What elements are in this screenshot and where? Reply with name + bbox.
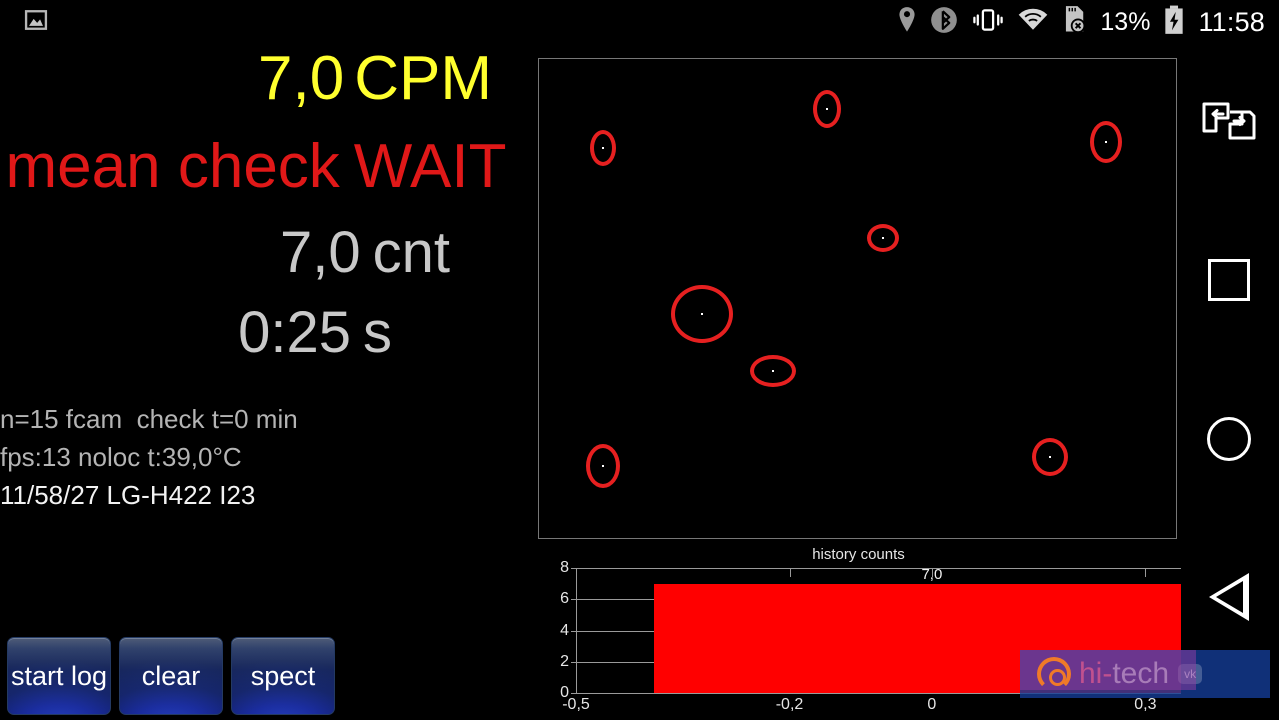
phone-screen: 13% 11:58 7,0 CPM mean check WAIT 7,0 cnt 0… <box>0 0 1279 720</box>
image-icon <box>22 6 50 39</box>
status-icons: 13% 11:58 <box>897 5 1265 40</box>
clear-button-label: clear <box>141 660 201 691</box>
chart-y-tick <box>571 661 576 663</box>
clock-label: 11:58 <box>1198 6 1265 37</box>
chart-gridline <box>576 568 1181 569</box>
chart-x-tick <box>789 568 791 577</box>
vibrate-icon <box>971 6 1005 39</box>
detection-center-dot <box>602 147 604 149</box>
detection-ellipse <box>1090 121 1122 163</box>
recents-icon[interactable] <box>1179 245 1279 315</box>
cpm-unit: CPM <box>354 44 492 113</box>
spect-button[interactable]: spect <box>231 637 335 715</box>
cpm-readout: 7,0 CPM <box>0 48 520 110</box>
elapsed-time-value: 0:25 <box>238 300 351 365</box>
detection-center-dot <box>1105 141 1107 143</box>
spect-button-label: spect <box>250 660 316 691</box>
battery-charging-icon <box>1163 5 1185 40</box>
chart-y-tick <box>571 568 576 569</box>
clear-button[interactable]: clear <box>119 637 223 715</box>
cpm-value: 7,0 <box>258 44 345 113</box>
detection-ellipse <box>867 224 899 252</box>
check-status-text: mean check <box>5 132 340 201</box>
navigation-bar <box>1179 0 1279 720</box>
status-bar: 13% 11:58 <box>0 0 1279 44</box>
detection-ellipse <box>671 285 733 343</box>
back-icon[interactable] <box>1179 562 1279 632</box>
detection-ellipse <box>590 130 616 166</box>
chart-y-tick <box>571 630 576 632</box>
elapsed-time-unit: s <box>363 300 392 365</box>
split-screen-icon[interactable] <box>1179 86 1279 156</box>
chart-x-tick-label: 0,3 <box>1134 696 1157 713</box>
count-readout: 7,0 cnt <box>0 224 520 282</box>
detection-center-dot <box>772 370 774 372</box>
chart-y-tick <box>571 599 576 601</box>
chart-y-tick-label: 8 <box>560 559 569 576</box>
detection-ellipse <box>1032 438 1068 476</box>
chart-y-tick-label: 4 <box>560 621 569 639</box>
detection-center-dot <box>826 108 828 110</box>
bluetooth-icon <box>930 6 958 39</box>
detection-center-dot <box>602 465 604 467</box>
chart-x-tick-label: -0,2 <box>775 696 804 713</box>
info-line-3: 11/58/27 LG-H422 I23 <box>0 480 256 510</box>
detection-center-dot <box>882 237 884 239</box>
chart-x-tick <box>1145 568 1147 577</box>
info-block: n=15 fcam check t=0 min fps:13 noloc t:3… <box>0 400 520 514</box>
chart-x-tick-label: 0 <box>927 696 937 713</box>
check-status-state: WAIT <box>353 132 507 201</box>
detection-ellipse <box>813 90 841 128</box>
count-value: 7,0 <box>279 220 361 285</box>
chart-y-tick <box>571 693 576 694</box>
camera-preview[interactable] <box>538 58 1177 539</box>
at-sign-icon <box>1037 657 1071 691</box>
battery-percent-label: 13% <box>1100 7 1151 36</box>
detection-ellipse <box>586 444 620 488</box>
start-log-button-label: start log <box>10 660 108 691</box>
detection-center-dot <box>1049 456 1051 458</box>
chart-y-tick-label: 6 <box>560 590 569 608</box>
info-line-1: n=15 fcam check t=0 min <box>0 404 298 434</box>
sd-card-error-icon <box>1061 5 1087 40</box>
chart-title: history counts <box>812 546 905 563</box>
start-log-button[interactable]: start log <box>7 637 111 715</box>
chart-x-tick-label: -0,5 <box>562 696 590 713</box>
readout-panel: 7,0 CPM mean check WAIT 7,0 cnt 0:25 s <box>0 48 520 362</box>
detection-center-dot <box>701 313 703 315</box>
location-icon <box>897 6 917 39</box>
info-line-2: fps:13 noloc t:39,0°C <box>0 442 242 472</box>
wifi-icon <box>1018 7 1048 38</box>
detection-ellipse <box>750 355 796 387</box>
check-status-readout: mean check WAIT <box>0 136 520 198</box>
chart-x-tick <box>931 568 933 577</box>
count-unit: cnt <box>372 220 450 285</box>
elapsed-time-readout: 0:25 s <box>0 304 520 362</box>
chart-y-tick-label: 2 <box>560 652 569 670</box>
button-row: start log clear spect <box>7 637 335 715</box>
home-icon[interactable] <box>1179 404 1279 474</box>
